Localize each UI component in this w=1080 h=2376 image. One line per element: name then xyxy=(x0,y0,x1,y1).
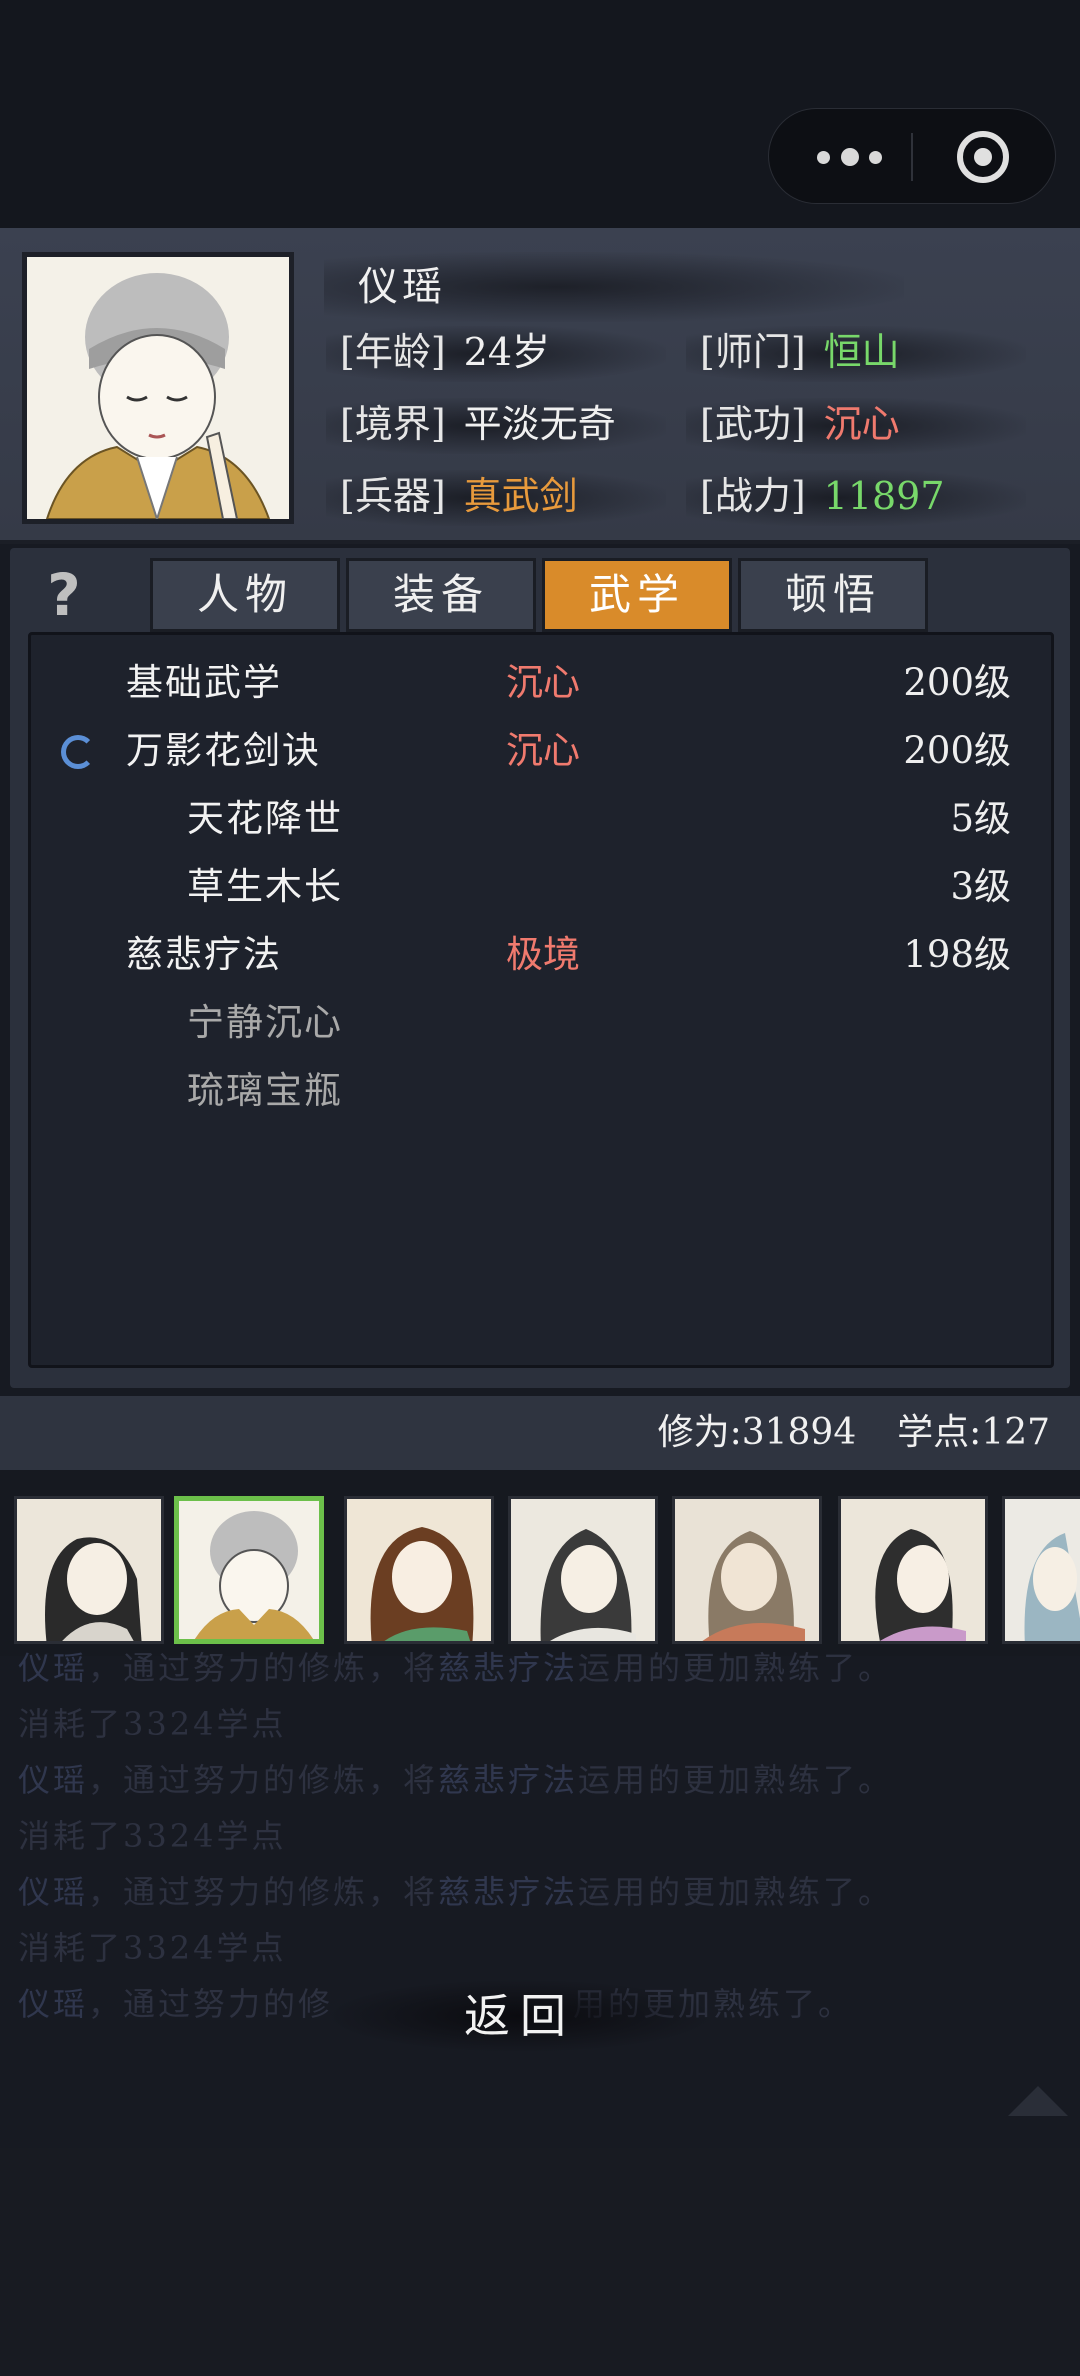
study-points: 学点:127 xyxy=(897,1412,1050,1453)
log-line: 消耗了3324学点 xyxy=(18,1929,287,1967)
stat-realm: [境界] 平淡无奇 xyxy=(326,396,666,454)
log-line: 仪瑶，通过努力的修炼，将慈悲疗法运用的更加熟练了。 xyxy=(18,1873,894,1911)
list-item[interactable]: 宁静沉心 xyxy=(31,991,1051,1055)
back-button[interactable]: 返回 xyxy=(330,1980,710,2052)
tab-character[interactable]: 人物 xyxy=(150,558,340,632)
list-item[interactable]: 慈悲疗法 极境 198级 xyxy=(31,923,1051,987)
tab-martial-arts[interactable]: 武学 xyxy=(542,558,732,632)
stat-value: 平淡无奇 xyxy=(463,402,616,446)
roster-portrait[interactable] xyxy=(508,1496,658,1644)
character-name: 仪瑶 xyxy=(358,264,446,310)
more-icon[interactable] xyxy=(817,143,903,171)
skill-state: 沉心 xyxy=(506,661,580,704)
character-roster xyxy=(0,1470,1080,1656)
cultivation-points: 修为:31894 xyxy=(657,1412,857,1453)
list-item[interactable]: 万影花剑诀 沉心 200级 xyxy=(31,719,1051,783)
stat-value: 11897 xyxy=(823,474,945,518)
skill-name: 基础武学 xyxy=(126,661,282,704)
character-profile: 仪瑶 [年龄] 24岁 [师门] 恒山 [境界] 平淡无奇 [武功] 沉心 [兵器] 真武… xyxy=(0,228,1080,544)
close-target-icon[interactable] xyxy=(957,131,1009,183)
skill-name: 宁静沉心 xyxy=(187,1001,343,1044)
stat-label: [师门] xyxy=(700,330,806,374)
roster-portrait[interactable] xyxy=(672,1496,822,1644)
skill-level: 200级 xyxy=(903,661,1011,704)
stat-martial: [武功] 沉心 xyxy=(686,396,1026,454)
stat-value: 24岁 xyxy=(463,330,551,374)
status-bar xyxy=(0,0,1080,228)
tab-enlightenment[interactable]: 顿悟 xyxy=(738,558,928,632)
loading-spinner-icon xyxy=(61,735,95,769)
list-item[interactable]: 草生木长 3级 xyxy=(31,855,1051,919)
stat-value: 恒山 xyxy=(823,330,900,374)
skill-name: 琉璃宝瓶 xyxy=(187,1069,343,1112)
stat-weapon: [兵器] 真武剑 xyxy=(326,468,666,526)
roster-portrait[interactable] xyxy=(14,1496,164,1644)
roster-portrait[interactable] xyxy=(838,1496,988,1644)
skill-level: 200级 xyxy=(903,729,1011,772)
skill-name: 万影花剑诀 xyxy=(126,729,321,772)
roster-portrait[interactable] xyxy=(344,1496,494,1644)
stat-label: [兵器] xyxy=(340,474,446,518)
log-line: 仪瑶，通过努力的修炼，将慈悲疗法运用的更加熟练了。 xyxy=(18,1761,894,1799)
log-line: 消耗了3324学点 xyxy=(18,1705,287,1743)
roster-portrait-selected[interactable] xyxy=(174,1496,324,1644)
skill-name: 天花降世 xyxy=(187,797,343,840)
character-portrait xyxy=(22,252,294,524)
skill-level: 198级 xyxy=(903,933,1011,976)
help-icon[interactable]: ? xyxy=(34,562,94,628)
skill-level: 5级 xyxy=(950,797,1011,840)
scroll-up-icon[interactable] xyxy=(1008,2086,1068,2116)
skill-state: 沉心 xyxy=(506,729,580,772)
stat-value: 真武剑 xyxy=(463,474,578,518)
event-log: 仪瑶，通过努力的修炼，将慈悲疗法运用的更加熟练了。 消耗了3324学点 仪瑶，通… xyxy=(18,1640,1068,2032)
martial-arts-list: 基础武学 沉心 200级 万影花剑诀 沉心 200级 天花降世 5级 草生木长 … xyxy=(28,632,1054,1368)
stat-sect: [师门] 恒山 xyxy=(686,324,1026,382)
stat-label: [年龄] xyxy=(340,330,446,374)
skill-state: 极境 xyxy=(506,933,580,976)
tab-equipment[interactable]: 装备 xyxy=(346,558,536,632)
log-line: 仪瑶，通过努力的修炼，将慈悲疗法运用的更加熟练了。 xyxy=(18,1649,894,1687)
mini-program-capsule xyxy=(768,108,1056,204)
stat-power: [战力] 11897 xyxy=(686,468,1026,526)
stat-label: [武功] xyxy=(700,402,806,446)
stat-age: [年龄] 24岁 xyxy=(325,324,667,382)
points-bar: 修为:31894 学点:127 xyxy=(0,1396,1080,1470)
bottom-area xyxy=(0,2148,1080,2376)
list-item[interactable]: 天花降世 5级 xyxy=(31,787,1051,851)
list-item[interactable]: 琉璃宝瓶 xyxy=(31,1059,1051,1123)
stat-value: 沉心 xyxy=(823,402,900,446)
skill-name: 草生木长 xyxy=(187,865,343,908)
list-item[interactable]: 基础武学 沉心 200级 xyxy=(31,651,1051,715)
skill-level: 3级 xyxy=(950,865,1011,908)
capsule-divider xyxy=(911,133,913,181)
stat-label: [境界] xyxy=(340,402,446,446)
roster-portrait[interactable] xyxy=(1002,1496,1080,1644)
stat-label: [战力] xyxy=(700,474,806,518)
skill-name: 慈悲疗法 xyxy=(126,933,282,976)
points-readout: 修为:31894 学点:127 xyxy=(658,1396,1050,1470)
log-line: 消耗了3324学点 xyxy=(18,1817,287,1855)
